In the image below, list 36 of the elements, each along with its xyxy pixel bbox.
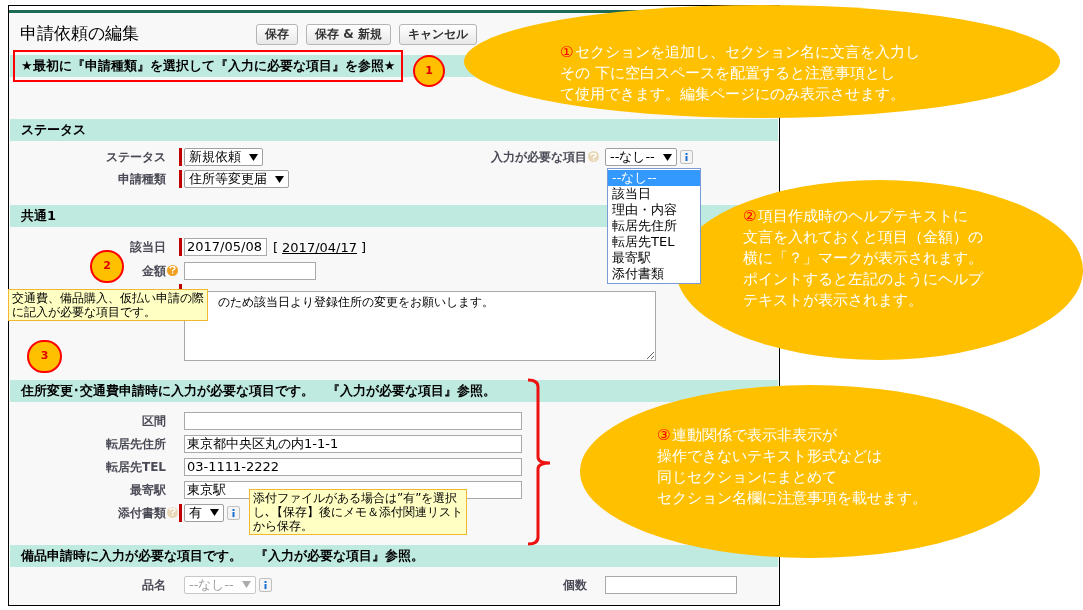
callout-number: ③ xyxy=(657,425,671,446)
callout-number: ① xyxy=(560,42,574,63)
field-label: 区間 xyxy=(142,412,166,430)
callout-line: テキストが表示されます。 xyxy=(743,290,923,311)
callout-line: 横に「？」マークが表示されます。 xyxy=(743,248,983,269)
section-title: 共通1 xyxy=(20,207,58,226)
field-label: 品名 xyxy=(142,576,166,594)
bracket-text: ] xyxy=(361,239,367,257)
field-label: 添付書類 xyxy=(118,504,166,522)
field-label: 金額 xyxy=(142,262,166,280)
field-label: 申請種類 xyxy=(118,171,166,188)
field-label: 最寄駅 xyxy=(130,481,166,499)
tooltip-text: 添付ファイルがある場合は”有”を選択 し､【保存】後にメモ＆添付関連リスト から保存。 xyxy=(253,491,463,533)
section-title: ★最初に『申請種類』を選択して『入力に必要な項目』を参照★ xyxy=(13,50,404,82)
callout-line: セクション名欄に注意事項を載せます。 xyxy=(657,488,927,509)
section-title: 備品申請時に入力が必要な項目です。 『入力が必要な項目』参照。 xyxy=(19,546,425,565)
callout-line: 項目作成時のヘルプテキストに xyxy=(758,206,969,227)
section-title: 住所変更･交通費申請時に入力が必要な項目です。 『入力が必要な項目』参照。 xyxy=(19,381,497,400)
callout-line: 文言を入れておくと項目（金額）の xyxy=(743,227,983,248)
callout-number: ② xyxy=(743,206,757,227)
field-label: 転居先TEL xyxy=(105,458,166,476)
callout-line: 同じセクションにまとめて xyxy=(657,467,837,488)
callout-line: セクションを追加し、セクション名に文言を入力し xyxy=(575,42,921,63)
field-label: 該当日 xyxy=(130,239,166,256)
field-label: 転居先住所 xyxy=(106,435,166,453)
bracket-text: [ xyxy=(273,239,279,257)
field-label: 個数 xyxy=(563,576,587,594)
callout-line: その 下に空白スペースを配置すると注意事項とし xyxy=(560,63,895,84)
callout-line: 操作できないテキスト形式などは xyxy=(657,446,882,467)
page-title: 申請依頼の編集 xyxy=(19,22,140,46)
field-label: 入力が必要な項目 xyxy=(491,149,587,166)
callout-line: 連動関係で表示非表示が xyxy=(672,425,838,446)
section-title: ステータス xyxy=(20,121,87,140)
field-label: ステータス xyxy=(106,149,166,166)
callout-line: て使用できます。編集ページにのみ表示させます。 xyxy=(560,84,905,105)
callout-line: ポイントすると左記のようにヘルプ xyxy=(743,269,983,290)
